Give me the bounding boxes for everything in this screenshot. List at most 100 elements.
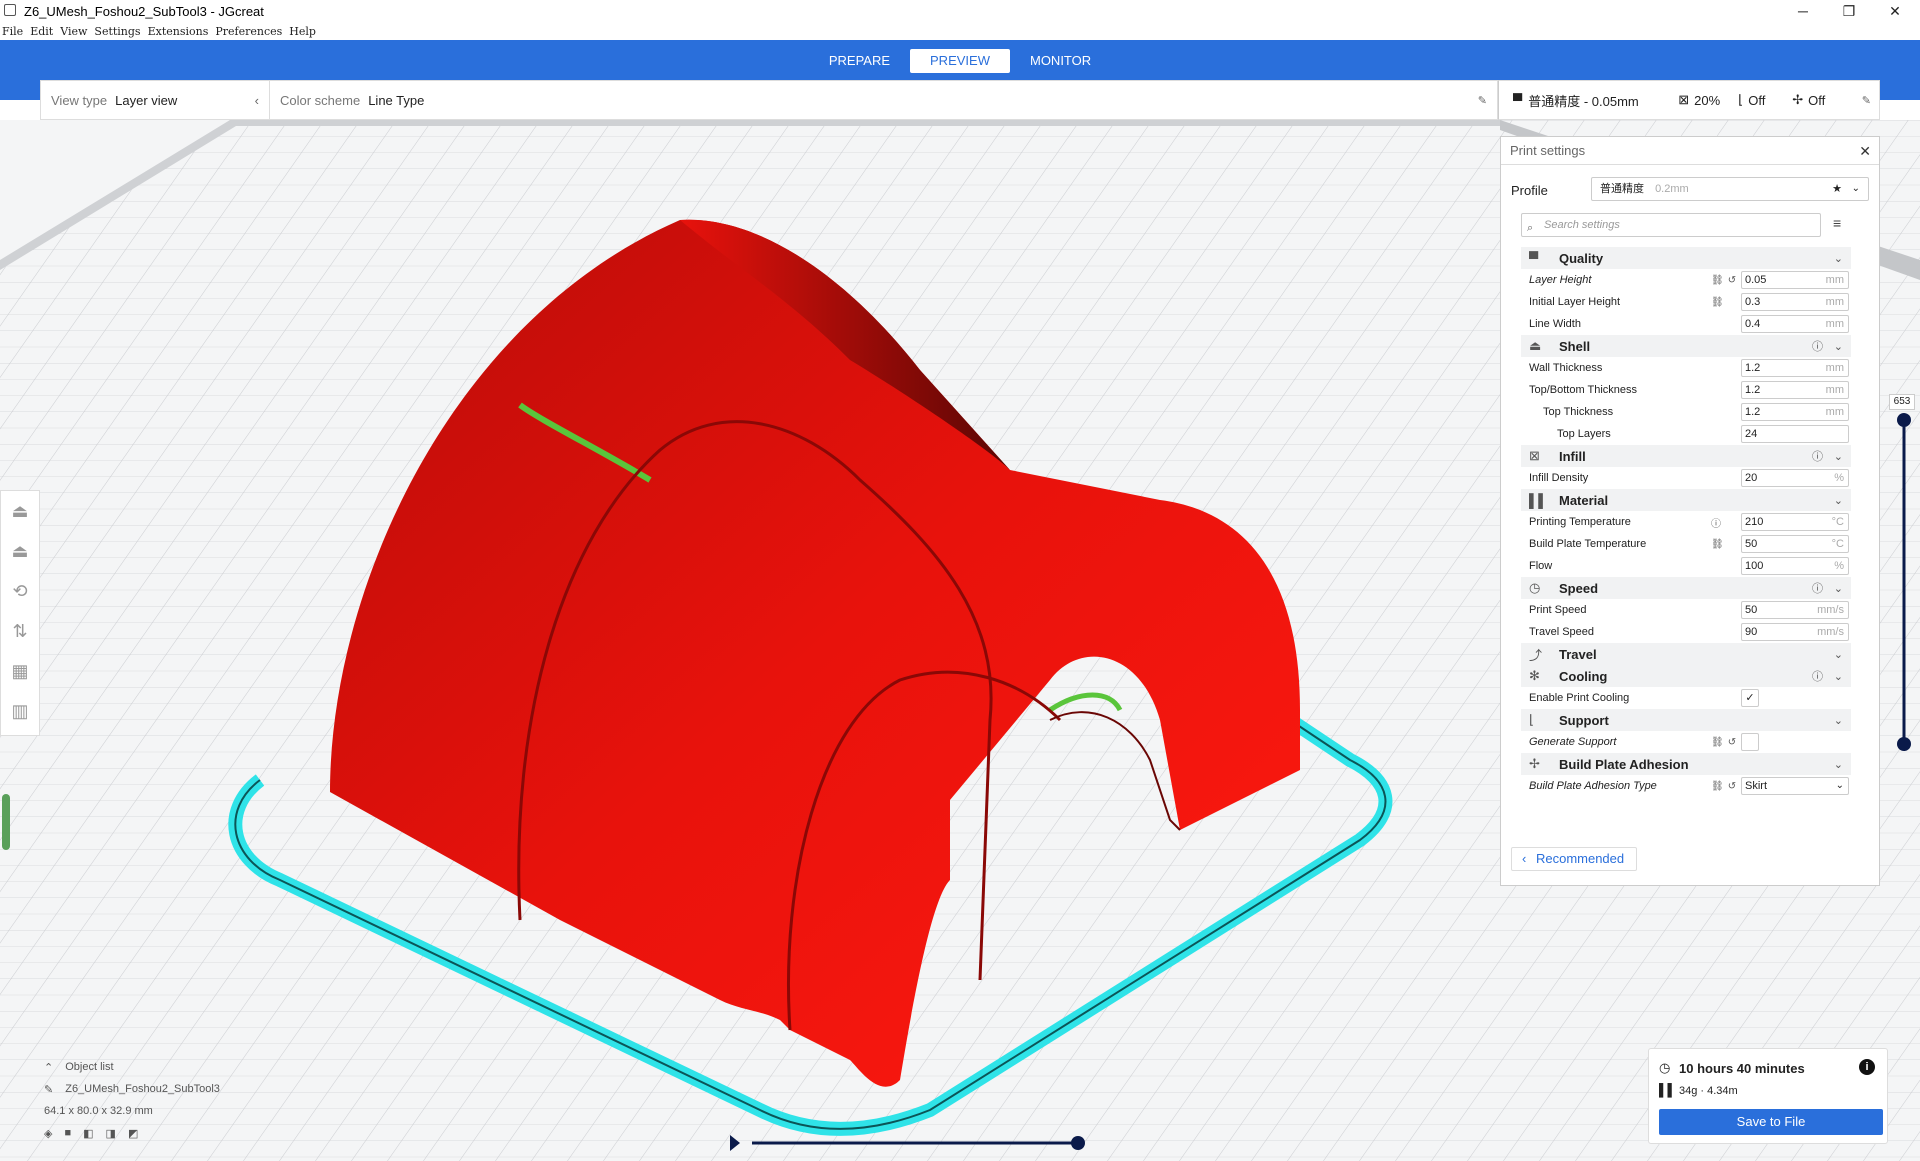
profile-select[interactable]: 普通精度 0.2mm ★ ⌄ [1591, 177, 1869, 201]
view-3d-icon[interactable]: ◈ [44, 1127, 52, 1140]
setting-row: Generate Support ⛓ ↺ [1521, 731, 1851, 753]
link-icon[interactable]: ⛓ [1711, 781, 1724, 792]
tab-preview[interactable]: PREVIEW [910, 49, 1010, 73]
chevron-down-icon[interactable]: ⌄ [1834, 252, 1843, 265]
view-type-value[interactable]: Layer view [115, 93, 177, 108]
menu-preferences[interactable]: Preferences [215, 25, 282, 38]
search-settings-input[interactable]: ⌕ Search settings [1521, 213, 1821, 237]
settings-menu-icon[interactable]: ≡ [1833, 215, 1841, 231]
link-icon[interactable]: ⛓ [1711, 275, 1724, 286]
setting-checkbox[interactable] [1741, 733, 1759, 751]
menu-help[interactable]: Help [289, 25, 316, 38]
view-top-icon[interactable]: ◧ [83, 1127, 93, 1140]
close-window-button[interactable]: ✕ [1872, 0, 1918, 22]
info-icon[interactable]: ⓘ [1812, 580, 1823, 596]
setting-select[interactable]: Skirt ⌄ [1741, 777, 1849, 795]
link-icon[interactable]: ⛓ [1711, 539, 1724, 550]
recommended-button[interactable]: ‹ Recommended [1511, 847, 1637, 871]
setting-input[interactable]: 100% [1741, 557, 1849, 575]
rotate-tool-icon[interactable]: ⟲ [1, 571, 39, 611]
mirror-tool-icon[interactable]: ⇅ [1, 611, 39, 651]
chevron-down-icon[interactable]: ⌄ [1834, 758, 1843, 771]
reset-icon[interactable]: ↺ [1728, 737, 1736, 748]
info-icon[interactable]: ⓘ [1711, 519, 1721, 530]
save-to-file-button[interactable]: Save to File [1659, 1109, 1883, 1135]
settings-section-infill[interactable]: ⊠ Infill ⓘ ⌄ [1521, 445, 1851, 467]
info-icon[interactable]: ⓘ [1812, 668, 1823, 684]
view-type-panel[interactable]: View type Layer view ‹ [40, 80, 270, 120]
section-title: Material [1559, 492, 1609, 508]
move-tool-icon[interactable]: ⏏ [1, 491, 39, 531]
object-list-toggle[interactable]: ⌃ Object list [44, 1056, 304, 1078]
settings-section-support[interactable]: ⌊ Support ⌄ [1521, 709, 1851, 731]
chevron-down-icon[interactable]: ⌄ [1834, 714, 1843, 727]
input-value: 1.2 [1745, 406, 1761, 418]
settings-section-material[interactable]: ▌▌ Material ⌄ [1521, 489, 1851, 511]
setting-input[interactable]: 0.4 mm [1741, 315, 1849, 333]
color-scheme-panel[interactable]: Color scheme Line Type ✎ [270, 80, 1498, 120]
object-row[interactable]: ✎ Z6_UMesh_Foshou2_SubTool3 [44, 1078, 304, 1100]
setting-input[interactable]: 0.05 mm [1741, 271, 1849, 289]
print-setup-bar[interactable]: ▀ 普通精度 - 0.05mm ⊠ 20% ⌊ Off ✢ Off ✎ [1498, 80, 1880, 120]
setting-icons: ⛓ ↺ [1711, 781, 1736, 792]
tab-prepare[interactable]: PREPARE [809, 49, 910, 73]
tab-monitor[interactable]: MONITOR [1010, 49, 1111, 73]
maximize-button[interactable]: ❐ [1826, 0, 1872, 22]
settings-section-build-plate-adhesion[interactable]: ✢ Build Plate Adhesion ⌄ [1521, 753, 1851, 775]
menu-view[interactable]: View [60, 25, 87, 38]
menu-extensions[interactable]: Extensions [148, 25, 209, 38]
setting-input[interactable]: 24 [1741, 425, 1849, 443]
view-front-icon[interactable]: ■ [64, 1127, 71, 1139]
setting-input[interactable]: 90 mm/s [1741, 623, 1849, 641]
setting-input[interactable]: 1.2 mm [1741, 403, 1849, 421]
path-slider-indicator[interactable] [2, 794, 10, 850]
chevron-down-icon[interactable]: ⌄ [1834, 450, 1843, 463]
setting-input[interactable]: 50 °C [1741, 535, 1849, 553]
setting-input[interactable]: 20% [1741, 469, 1849, 487]
edit-pencil-icon[interactable]: ✎ [1862, 94, 1871, 107]
close-icon[interactable]: ✕ [1859, 143, 1871, 160]
setting-input[interactable]: 210 °C [1741, 513, 1849, 531]
setting-input[interactable]: 1.2 mm [1741, 359, 1849, 377]
setting-input[interactable]: 50 mm/s [1741, 601, 1849, 619]
chevron-down-icon[interactable]: ⌄ [1852, 178, 1860, 200]
info-icon[interactable]: ⓘ [1812, 448, 1823, 464]
path-slider[interactable] [726, 1132, 1086, 1154]
chevron-down-icon[interactable]: ⌄ [1834, 494, 1843, 507]
setting-label: Flow [1529, 560, 1553, 572]
info-icon[interactable]: ⓘ [1812, 338, 1823, 354]
view-left-icon[interactable]: ◨ [106, 1127, 116, 1140]
reset-icon[interactable]: ↺ [1728, 275, 1736, 286]
edit-pencil-icon[interactable]: ✎ [44, 1083, 53, 1096]
color-scheme-value[interactable]: Line Type [368, 93, 424, 108]
scale-tool-icon[interactable]: ⏏ [1, 531, 39, 571]
per-model-settings-icon[interactable]: ▦ [1, 651, 39, 691]
link-icon[interactable]: ⛓ [1711, 737, 1724, 748]
setting-row: Flow 100% [1521, 555, 1851, 577]
chevron-down-icon[interactable]: ⌄ [1834, 648, 1843, 661]
chevron-left-icon[interactable]: ‹ [255, 93, 259, 108]
settings-section-shell[interactable]: ⏏ Shell ⓘ ⌄ [1521, 335, 1851, 357]
settings-section-travel[interactable]: ⤴ Travel ⌄ [1521, 643, 1851, 665]
layer-slider[interactable] [1893, 392, 1915, 752]
menu-settings[interactable]: Settings [94, 25, 140, 38]
setting-checkbox[interactable]: ✓ [1741, 689, 1759, 707]
minimize-button[interactable]: ─ [1780, 0, 1826, 22]
view-right-icon[interactable]: ◩ [128, 1127, 138, 1140]
info-icon[interactable]: i [1859, 1059, 1875, 1075]
chevron-down-icon[interactable]: ⌄ [1834, 582, 1843, 595]
reset-icon[interactable]: ↺ [1728, 781, 1736, 792]
setting-input[interactable]: 1.2 mm [1741, 381, 1849, 399]
settings-section-speed[interactable]: ◷ Speed ⓘ ⌄ [1521, 577, 1851, 599]
menu-file[interactable]: File [2, 25, 23, 38]
link-icon[interactable]: ⛓ [1711, 297, 1724, 308]
settings-section-cooling[interactable]: ✻ Cooling ⓘ ⌄ [1521, 665, 1851, 687]
setting-input[interactable]: 0.3 mm [1741, 293, 1849, 311]
menu-edit[interactable]: Edit [30, 25, 53, 38]
support-blocker-icon[interactable]: ▥ [1, 691, 39, 731]
settings-section-quality[interactable]: ▀ Quality ⌄ [1521, 247, 1851, 269]
chevron-down-icon[interactable]: ⌄ [1834, 340, 1843, 353]
chevron-down-icon[interactable]: ⌄ [1834, 670, 1843, 683]
edit-pencil-icon[interactable]: ✎ [1478, 94, 1487, 107]
star-icon[interactable]: ★ [1832, 178, 1842, 200]
